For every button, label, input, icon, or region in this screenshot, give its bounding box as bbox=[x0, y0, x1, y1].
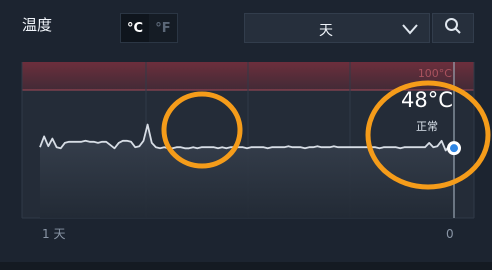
x-tick-left: 1 天 bbox=[42, 227, 65, 241]
x-tick-right: 0 bbox=[446, 227, 454, 241]
status-label: 正常 bbox=[416, 120, 438, 133]
current-temperature: 48°C bbox=[401, 88, 453, 112]
current-value-marker-dot bbox=[450, 144, 458, 153]
temperature-chart: 100°C 48°C 正常 1 天 0 bbox=[21, 62, 491, 241]
upper-limit-label: 100°C bbox=[418, 67, 452, 80]
bottom-bar bbox=[0, 262, 492, 270]
